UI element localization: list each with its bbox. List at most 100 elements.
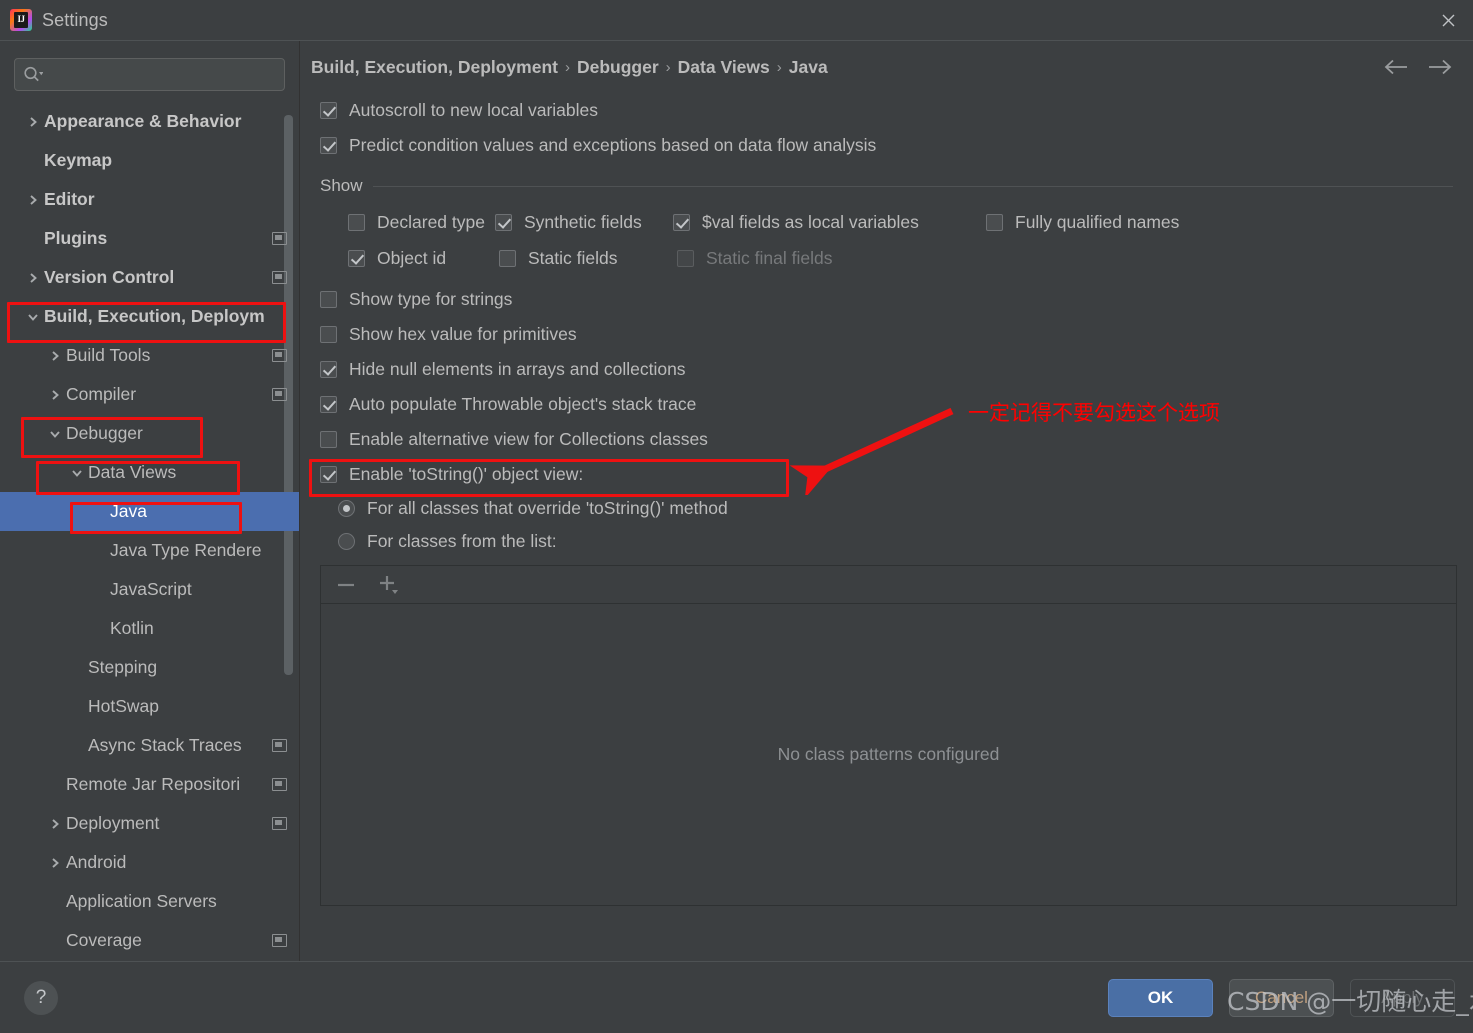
static-fields-label: Static fields — [528, 247, 618, 268]
chevron-down-icon[interactable] — [44, 428, 66, 440]
sidebar-item-data-views[interactable]: Data Views — [0, 453, 299, 492]
hide-null-elements-in-arrays-and-collections-checkbox[interactable] — [320, 361, 337, 378]
auto-populate-throwable-object-s-stack-trace-checkbox[interactable] — [320, 396, 337, 413]
footer-actions: OK Cancel Apply — [1108, 978, 1455, 1017]
show-row-2: Object id Static fields Static final field… — [320, 240, 1457, 276]
sidebar-item-java-type-rendere[interactable]: Java Type Rendere — [0, 531, 299, 570]
intellij-idea-icon: IJ — [10, 9, 32, 31]
sidebar-item-plugins[interactable]: Plugins — [0, 219, 299, 258]
chevron-right-icon[interactable] — [22, 194, 44, 206]
synthetic-fields-row[interactable]: Synthetic fields — [495, 212, 673, 233]
static-fields-checkbox[interactable] — [499, 249, 516, 267]
sidebar-item-android[interactable]: Android — [0, 843, 299, 882]
sidebar-item-debugger[interactable]: Debugger — [0, 414, 299, 453]
settings-tree[interactable]: Appearance & Behavior Keymap Editor Plugins… — [0, 100, 299, 961]
static-final-fields-label: Static final fields — [706, 247, 833, 268]
static-fields-row[interactable]: Static fields — [499, 248, 677, 269]
enable-alternative-view-for-collections-classes-checkbox[interactable] — [320, 431, 337, 448]
tostring-option-0-row[interactable]: For all classes that override 'toString(… — [320, 492, 1457, 525]
show-type-for-strings-row[interactable]: Show type for strings — [320, 282, 1457, 317]
sidebar-item-label: Stepping — [88, 657, 158, 677]
hide-null-elements-in-arrays-and-collections-row[interactable]: Hide null elements in arrays and collect… — [320, 352, 1457, 387]
cancel-button[interactable]: Cancel — [1229, 978, 1334, 1017]
java-data-views-panel: Autoscroll to new local variables Predict… — [300, 93, 1473, 961]
autoscroll-to-new-local-variables-row[interactable]: Autoscroll to new local variables — [320, 93, 1457, 128]
settings-dialog: IJ Settings Appearance & Behavior Keymap… — [0, 0, 1473, 1033]
sidebar-item-remote-jar-repositori[interactable]: Remote Jar Repositori — [0, 765, 299, 804]
predict-condition-values-and-exceptions-based-on-data-flow-analysis-row[interactable]: Predict condition values and exceptions … — [320, 128, 1457, 163]
sidebar-item-keymap[interactable]: Keymap — [0, 141, 299, 180]
val-fields-as-local-variables-row[interactable]: $val fields as local variables — [673, 212, 986, 233]
sidebar-item-build-execution-deploym[interactable]: Build, Execution, Deploym — [0, 297, 299, 336]
sidebar-item-label: Kotlin — [110, 618, 154, 638]
sidebar-item-build-tools[interactable]: Build Tools — [0, 336, 299, 375]
show-type-for-strings-checkbox[interactable] — [320, 291, 337, 308]
tostring-option-1-row[interactable]: For classes from the list: — [320, 525, 1457, 558]
class-patterns-list[interactable]: No class patterns configured — [320, 603, 1457, 906]
sidebar-item-stepping[interactable]: Stepping — [0, 648, 299, 687]
sidebar-item-editor[interactable]: Editor — [0, 180, 299, 219]
sidebar-item-label: Java Type Rendere — [110, 540, 262, 560]
search-input[interactable] — [14, 58, 285, 91]
help-button[interactable]: ? — [24, 980, 58, 1015]
tostring-object-view-row[interactable]: Enable 'toString()' object view: — [320, 457, 1457, 492]
chevron-right-icon[interactable] — [44, 857, 66, 869]
show-hex-value-for-primitives-checkbox[interactable] — [320, 326, 337, 343]
sidebar-item-label: Compiler — [66, 384, 137, 404]
plus-icon[interactable] — [377, 574, 401, 596]
sidebar-item-javascript[interactable]: JavaScript — [0, 570, 299, 609]
sidebar-item-label: Keymap — [44, 150, 113, 170]
autoscroll-to-new-local-variables-checkbox[interactable] — [320, 102, 337, 119]
chevron-right-icon[interactable] — [22, 116, 44, 128]
chevron-right-icon[interactable] — [44, 389, 66, 401]
enable-alternative-view-for-collections-classes-row[interactable]: Enable alternative view for Collections … — [320, 422, 1457, 457]
sidebar-item-version-control[interactable]: Version Control — [0, 258, 299, 297]
ok-button[interactable]: OK — [1108, 978, 1213, 1017]
minus-icon[interactable] — [335, 576, 357, 594]
fully-qualified-names-row[interactable]: Fully qualified names — [986, 212, 1179, 233]
fully-qualified-names-checkbox[interactable] — [986, 213, 1003, 231]
static-final-fields-checkbox — [677, 249, 694, 267]
sidebar-item-appearance-behavior[interactable]: Appearance & Behavior — [0, 102, 299, 141]
val-fields-as-local-variables-checkbox[interactable] — [673, 213, 690, 231]
tostring-option-0-radio[interactable] — [338, 500, 355, 517]
breadcrumb-item[interactable]: Data Views — [678, 57, 770, 78]
chevron-down-icon[interactable] — [66, 467, 88, 479]
predict-condition-values-and-exceptions-based-on-data-flow-analysis-checkbox[interactable] — [320, 137, 337, 154]
sidebar-item-hotswap[interactable]: HotSwap — [0, 687, 299, 726]
chevron-right-icon[interactable] — [44, 818, 66, 830]
sidebar-item-label: Application Servers — [66, 891, 217, 911]
declared-type-checkbox[interactable] — [348, 213, 365, 231]
enable-alternative-view-for-collections-classes-label: Enable alternative view for Collections … — [349, 429, 708, 449]
sidebar-item-deployment[interactable]: Deployment — [0, 804, 299, 843]
object-id-checkbox[interactable] — [348, 249, 365, 267]
chevron-right-icon[interactable] — [44, 350, 66, 362]
auto-populate-throwable-object-s-stack-trace-row[interactable]: Auto populate Throwable object's stack t… — [320, 387, 1457, 422]
sidebar-item-kotlin[interactable]: Kotlin — [0, 609, 299, 648]
close-icon[interactable] — [1435, 7, 1461, 33]
show-hex-value-for-primitives-row[interactable]: Show hex value for primitives — [320, 317, 1457, 352]
sidebar-item-application-servers[interactable]: Application Servers — [0, 882, 299, 921]
val-fields-as-local-variables-label: $val fields as local variables — [702, 211, 919, 232]
synthetic-fields-checkbox[interactable] — [495, 213, 512, 231]
breadcrumb-item[interactable]: Build, Execution, Deployment — [311, 57, 558, 78]
breadcrumb-separator: › — [665, 58, 671, 76]
chevron-right-icon[interactable] — [22, 272, 44, 284]
declared-type-row[interactable]: Declared type — [348, 212, 495, 233]
arrow-left-icon[interactable] — [1383, 58, 1409, 76]
show-hex-value-for-primitives-label: Show hex value for primitives — [349, 324, 577, 344]
project-scope-icon — [272, 232, 287, 245]
tostring-option-1-radio[interactable] — [338, 533, 355, 550]
arrow-right-icon[interactable] — [1427, 58, 1453, 76]
sidebar-item-java[interactable]: Java — [0, 492, 299, 531]
breadcrumb-bar: Build, Execution, Deployment › Debugger › Da… — [300, 41, 1473, 93]
breadcrumb-item[interactable]: Java — [789, 57, 828, 78]
tostring-object-view-checkbox[interactable] — [320, 466, 337, 483]
breadcrumb-separator: › — [776, 58, 782, 76]
breadcrumb-item[interactable]: Debugger — [577, 57, 659, 78]
sidebar-item-coverage[interactable]: Coverage — [0, 921, 299, 960]
sidebar-item-async-stack-traces[interactable]: Async Stack Traces — [0, 726, 299, 765]
chevron-down-icon[interactable] — [22, 311, 44, 323]
object-id-row[interactable]: Object id — [348, 248, 499, 269]
sidebar-item-compiler[interactable]: Compiler — [0, 375, 299, 414]
